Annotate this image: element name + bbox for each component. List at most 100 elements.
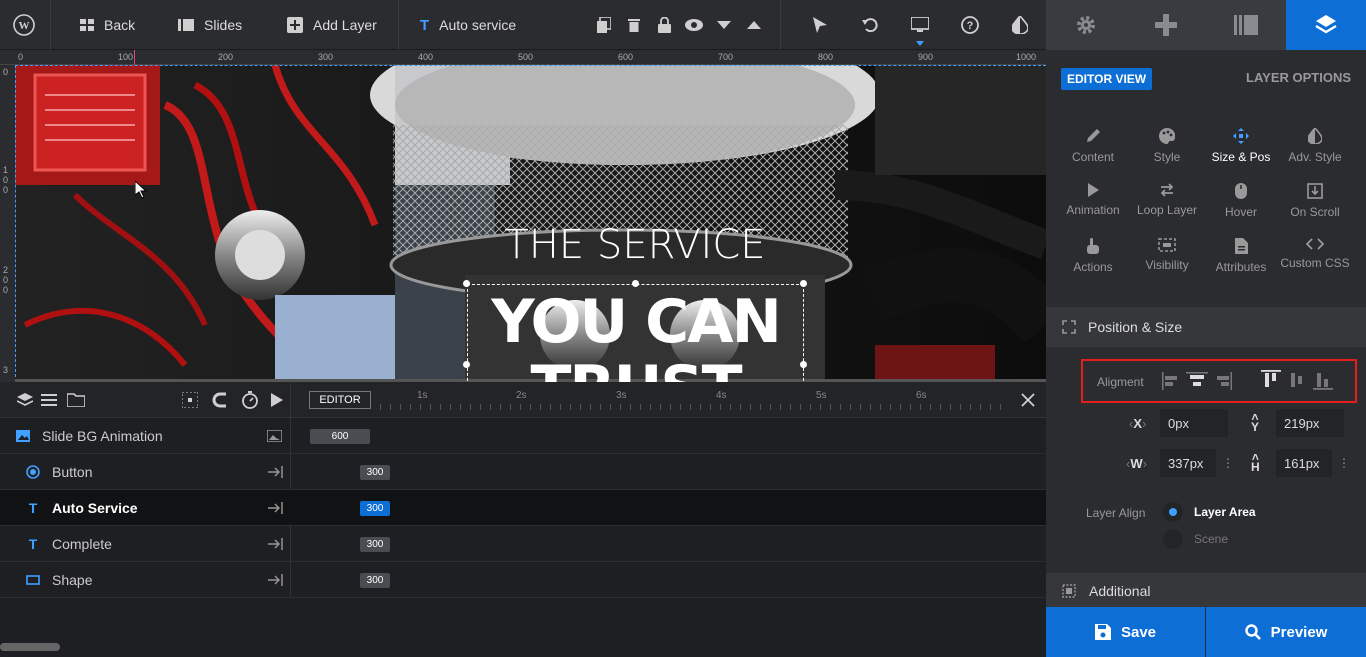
editor-view-button[interactable]: EDITOR VIEW	[1061, 68, 1153, 90]
arrow-to-end-icon[interactable]	[268, 502, 284, 514]
eye-icon[interactable]	[684, 15, 704, 35]
device-indicator	[916, 41, 924, 46]
close-timeline-icon[interactable]	[1021, 393, 1035, 407]
search-icon	[1244, 624, 1261, 640]
timeline-row[interactable]: Slide BG Animation 600	[0, 418, 1046, 454]
slides-button[interactable]: Slides	[178, 0, 242, 50]
option-style[interactable]: Style	[1130, 128, 1204, 164]
layer-the-service[interactable]: THE SERVICE	[445, 222, 825, 268]
duplicate-icon[interactable]	[594, 15, 614, 35]
ruler-tick: 500	[518, 52, 534, 62]
preview-button[interactable]: Preview	[1206, 607, 1366, 657]
y-position-input[interactable]: 219px	[1276, 409, 1344, 437]
contrast-icon	[1308, 128, 1322, 144]
align-left-icon[interactable]	[1162, 372, 1184, 390]
save-button[interactable]: Save	[1046, 607, 1205, 657]
layer-trust[interactable]: TRUST	[467, 355, 804, 382]
option-animation[interactable]: Animation	[1056, 183, 1130, 217]
slide-canvas[interactable]: THE SERVICE YOU CAN TRUST	[15, 65, 1046, 382]
tab-layer-options[interactable]	[1286, 0, 1366, 50]
resize-handle[interactable]	[632, 280, 639, 287]
help-icon[interactable]: ?	[960, 15, 980, 35]
horizontal-scrollbar[interactable]	[0, 643, 60, 651]
w-label: W	[1130, 456, 1143, 471]
align-right-icon[interactable]	[1210, 372, 1232, 390]
desktop-icon[interactable]	[910, 15, 930, 35]
option-loop-layer[interactable]: Loop Layer	[1130, 183, 1204, 217]
align-bottom-icon[interactable]	[1313, 370, 1333, 390]
duration-bar[interactable]: 300	[360, 537, 390, 552]
undo-icon[interactable]	[860, 15, 880, 35]
magnet-icon[interactable]	[212, 392, 228, 408]
resize-handle[interactable]	[800, 280, 807, 287]
panel-tabs	[1046, 0, 1366, 50]
duration-bar[interactable]: 300	[360, 465, 390, 480]
option-actions[interactable]: Actions	[1056, 238, 1130, 274]
option-content[interactable]: Content	[1056, 128, 1130, 164]
move-down-icon[interactable]	[714, 15, 734, 35]
tab-navigation[interactable]	[1126, 0, 1206, 50]
list-icon[interactable]	[41, 394, 57, 406]
width-input[interactable]: 337px	[1160, 449, 1216, 477]
layer-you-can[interactable]: YOU CAN	[467, 289, 804, 355]
section-additional[interactable]: Additional	[1046, 573, 1366, 609]
option-size-pos[interactable]: Size & Pos	[1204, 128, 1278, 164]
duration-bar[interactable]: 300	[360, 573, 390, 588]
gear-icon	[1077, 16, 1095, 34]
align-top-icon[interactable]	[1261, 370, 1281, 390]
layer-area-radio[interactable]	[1163, 502, 1183, 522]
width-options-icon[interactable]: ⋮	[1222, 456, 1234, 470]
timeline-panel: EDITOR 1s 2s 3s 4s 5s 6s Slide BG Animat…	[0, 382, 1046, 657]
add-layer-button[interactable]: Add Layer	[287, 0, 377, 50]
grid-snap-icon[interactable]	[182, 392, 198, 408]
layers-icon[interactable]	[17, 393, 33, 407]
tab-slide-options[interactable]	[1206, 0, 1286, 50]
align-center-icon[interactable]	[1186, 372, 1208, 390]
move-up-icon[interactable]	[744, 15, 764, 35]
option-hover[interactable]: Hover	[1204, 183, 1278, 219]
option-attributes[interactable]: Attributes	[1204, 238, 1278, 274]
folder-icon[interactable]	[67, 393, 85, 407]
picture-icon[interactable]	[267, 430, 282, 442]
duration-bar[interactable]: 300	[360, 501, 390, 516]
scene-radio[interactable]	[1163, 529, 1183, 549]
duration-bar[interactable]: 600	[310, 429, 370, 444]
layer-name: Shape	[52, 571, 93, 588]
resize-handle[interactable]	[463, 280, 470, 287]
arrow-to-end-icon[interactable]	[268, 466, 284, 478]
back-button[interactable]: Back	[80, 0, 135, 50]
play-icon[interactable]	[271, 393, 283, 407]
x-label: X	[1133, 416, 1143, 431]
option-label: Content	[1071, 150, 1115, 164]
stopwatch-icon[interactable]	[242, 391, 258, 409]
option-on-scroll[interactable]: On Scroll	[1278, 183, 1352, 219]
timeline-row[interactable]: Shape 300	[0, 562, 1046, 598]
cursor-icon[interactable]	[810, 15, 830, 35]
delete-icon[interactable]	[624, 15, 644, 35]
wordpress-icon[interactable]: W	[13, 0, 35, 50]
arrow-to-end-icon[interactable]	[268, 538, 284, 550]
time-marker: 1s	[417, 390, 428, 401]
text-layer-icon: T	[28, 499, 38, 516]
contrast-icon[interactable]	[1010, 15, 1030, 35]
svg-text:W: W	[19, 20, 30, 32]
layer-name-display[interactable]: T Auto service	[420, 0, 516, 50]
slides-icon	[1234, 15, 1258, 35]
timeline-row[interactable]: Button 300	[0, 454, 1046, 490]
x-position-input[interactable]: 0px	[1160, 409, 1228, 437]
option-custom-css[interactable]: Custom CSS	[1278, 238, 1352, 270]
option-visibility[interactable]: Visibility	[1130, 238, 1204, 272]
alignment-label: Aligment	[1097, 375, 1144, 389]
tab-module-settings[interactable]	[1046, 0, 1126, 50]
height-options-icon[interactable]: ⋮	[1338, 456, 1350, 470]
timeline-row[interactable]: T Complete 300	[0, 526, 1046, 562]
align-middle-icon[interactable]	[1287, 370, 1307, 390]
height-input[interactable]: 161px	[1276, 449, 1332, 477]
editor-tag[interactable]: EDITOR	[309, 391, 371, 409]
section-position-size[interactable]: Position & Size	[1046, 307, 1366, 347]
timeline-row-selected[interactable]: T Auto Service 300	[0, 490, 1046, 526]
arrow-to-end-icon[interactable]	[268, 574, 284, 586]
lock-icon[interactable]	[654, 15, 674, 35]
option-adv-style[interactable]: Adv. Style	[1278, 128, 1352, 164]
image-icon	[15, 428, 31, 444]
